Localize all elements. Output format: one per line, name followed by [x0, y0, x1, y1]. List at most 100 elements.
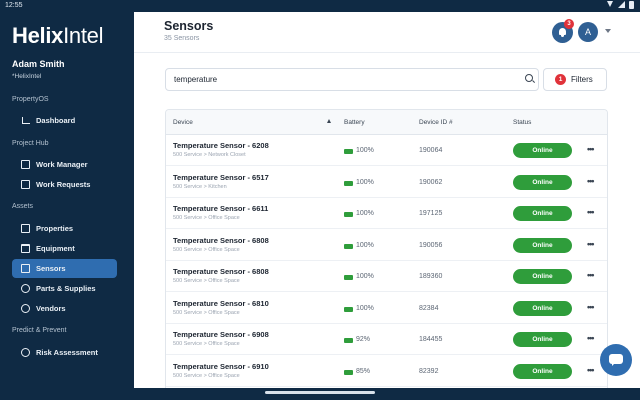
- filter-count-badge: 1: [555, 74, 566, 85]
- sidebar-item-vendors[interactable]: Vendors: [12, 299, 117, 318]
- status-badge: Online: [513, 269, 572, 284]
- battery-level: 100%: [356, 178, 374, 186]
- column-device[interactable]: Device: [173, 119, 193, 126]
- column-status[interactable]: Status: [513, 119, 531, 126]
- inbox-icon: [21, 180, 30, 189]
- more-options-icon[interactable]: •••: [587, 207, 595, 217]
- chart-icon: [21, 116, 30, 125]
- filters-button[interactable]: 1 Filters: [543, 68, 607, 91]
- table-row[interactable]: Temperature Sensor - 6611 500 Service > O…: [166, 198, 607, 229]
- device-id: 82384: [419, 304, 439, 312]
- signal-icon: [618, 1, 625, 8]
- sidebar-item-equipment[interactable]: Equipment: [12, 239, 117, 258]
- globe-icon: [21, 348, 30, 357]
- more-options-icon[interactable]: •••: [587, 333, 595, 343]
- table-row[interactable]: Temperature Sensor - 6808 500 Service > O…: [166, 230, 607, 261]
- device-name: Temperature Sensor - 6910: [173, 361, 269, 371]
- device-location: 500 Service > Office Space: [173, 246, 240, 253]
- sidebar-item-risk-assessment[interactable]: Risk Assessment: [12, 343, 117, 362]
- table-row[interactable]: Temperature Sensor - 6808 500 Service > O…: [166, 261, 607, 292]
- section-propertyos: PropertyOS: [12, 96, 49, 103]
- battery-icon: [344, 369, 353, 375]
- sidebar-item-label: Sensors: [36, 264, 66, 273]
- battery-level: 100%: [356, 273, 374, 280]
- status-badge: Online: [513, 300, 572, 316]
- sidebar-item-work-manager[interactable]: Work Manager: [12, 155, 117, 174]
- device-name: Temperature Sensor - 6808: [173, 235, 269, 245]
- table-row[interactable]: Temperature Sensor - 6208 500 Service > N…: [166, 135, 607, 166]
- battery-level: 100%: [356, 304, 374, 312]
- table-row[interactable]: Temperature Sensor - 6908 500 Service > O…: [166, 324, 607, 355]
- more-options-icon[interactable]: •••: [587, 144, 595, 154]
- device-name: Temperature Sensor - 6808: [173, 267, 269, 276]
- page-title: Sensors: [164, 19, 214, 33]
- clock: 12:55: [5, 2, 23, 9]
- device-id: 190064: [419, 147, 443, 154]
- sidebar-item-properties[interactable]: Properties: [12, 219, 117, 238]
- device-name: Temperature Sensor - 6208: [173, 141, 269, 150]
- bell-icon: [559, 28, 566, 37]
- sidebar-item-dashboard[interactable]: Dashboard: [12, 111, 117, 130]
- sidebar-item-work-requests[interactable]: Work Requests: [12, 175, 117, 194]
- column-battery[interactable]: Battery: [344, 119, 365, 126]
- app-logo[interactable]: HelixIntel: [12, 23, 103, 49]
- battery-icon: [344, 275, 353, 280]
- battery-icon: [629, 1, 634, 9]
- box-icon: [21, 160, 30, 169]
- chevron-down-icon[interactable]: [605, 29, 611, 33]
- device-id: 190062: [419, 178, 443, 186]
- table-row[interactable]: Temperature Sensor - 6517 500 Service > K…: [166, 167, 607, 198]
- section-assets: Assets: [12, 203, 34, 210]
- sidebar-item-label: Risk Assessment: [36, 348, 98, 357]
- battery-level: 100%: [356, 241, 374, 249]
- device-id: 82392: [419, 367, 439, 375]
- section-predict-prevent: Predict & Prevent: [12, 327, 67, 334]
- device-name: Temperature Sensor - 6611: [173, 204, 269, 213]
- more-options-icon[interactable]: •••: [587, 239, 595, 249]
- more-options-icon[interactable]: •••: [587, 302, 595, 312]
- device-location: 500 Service > Network Closet: [173, 152, 246, 158]
- status-badge: Online: [513, 363, 572, 379]
- logo-light-text: Intel: [63, 23, 104, 48]
- battery-icon: [344, 149, 353, 154]
- device-location: 500 Service > Office Space: [173, 341, 240, 347]
- status-bar: 12:55: [0, 0, 640, 12]
- avatar[interactable]: A: [578, 22, 598, 42]
- search-icon[interactable]: [525, 74, 533, 82]
- status-badge: Online: [513, 332, 572, 347]
- section-project-hub: Project Hub: [12, 140, 49, 147]
- table-row[interactable]: Temperature Sensor - 6810 500 Service > O…: [166, 293, 607, 324]
- table-header: Device Battery Device ID # Status: [166, 110, 607, 135]
- battery-icon: [344, 212, 353, 217]
- more-options-icon[interactable]: •••: [587, 176, 595, 186]
- battery-level: 100%: [356, 147, 374, 154]
- calendar-icon: [21, 244, 30, 253]
- main-panel: Sensors 35 Sensors 3 A temperature 1 Fil…: [134, 12, 640, 388]
- status-badge: Online: [513, 237, 572, 253]
- device-location: 500 Service > Kitchen: [173, 183, 227, 190]
- battery-level: 92%: [356, 336, 371, 343]
- user-name[interactable]: Adam Smith: [12, 59, 65, 69]
- chat-button[interactable]: [600, 344, 632, 376]
- table-row[interactable]: Temperature Sensor - 6910 500 Service > O…: [166, 356, 607, 387]
- more-options-icon[interactable]: •••: [587, 365, 595, 375]
- column-device-id[interactable]: Device ID #: [419, 119, 453, 126]
- battery-icon: [344, 243, 353, 249]
- sidebar-item-label: Parts & Supplies: [36, 284, 96, 293]
- search-input[interactable]: temperature: [165, 68, 539, 91]
- device-location: 500 Service > Office Space: [173, 278, 240, 284]
- sidebar-item-parts-supplies[interactable]: Parts & Supplies: [12, 279, 117, 298]
- tools-icon: [21, 284, 30, 293]
- user-org: *HelixIntel: [12, 73, 42, 80]
- sidebar-item-sensors[interactable]: Sensors: [12, 259, 117, 278]
- sidebar-item-label: Vendors: [36, 304, 66, 313]
- status-badge: Online: [513, 206, 572, 221]
- sidebar-item-label: Equipment: [36, 244, 75, 253]
- status-badge: Online: [513, 174, 572, 190]
- vendor-icon: [21, 304, 30, 313]
- more-options-icon[interactable]: •••: [587, 270, 595, 280]
- notification-badge: 3: [564, 19, 574, 29]
- sort-ascending-icon[interactable]: [327, 119, 331, 123]
- home-handle[interactable]: [265, 391, 375, 394]
